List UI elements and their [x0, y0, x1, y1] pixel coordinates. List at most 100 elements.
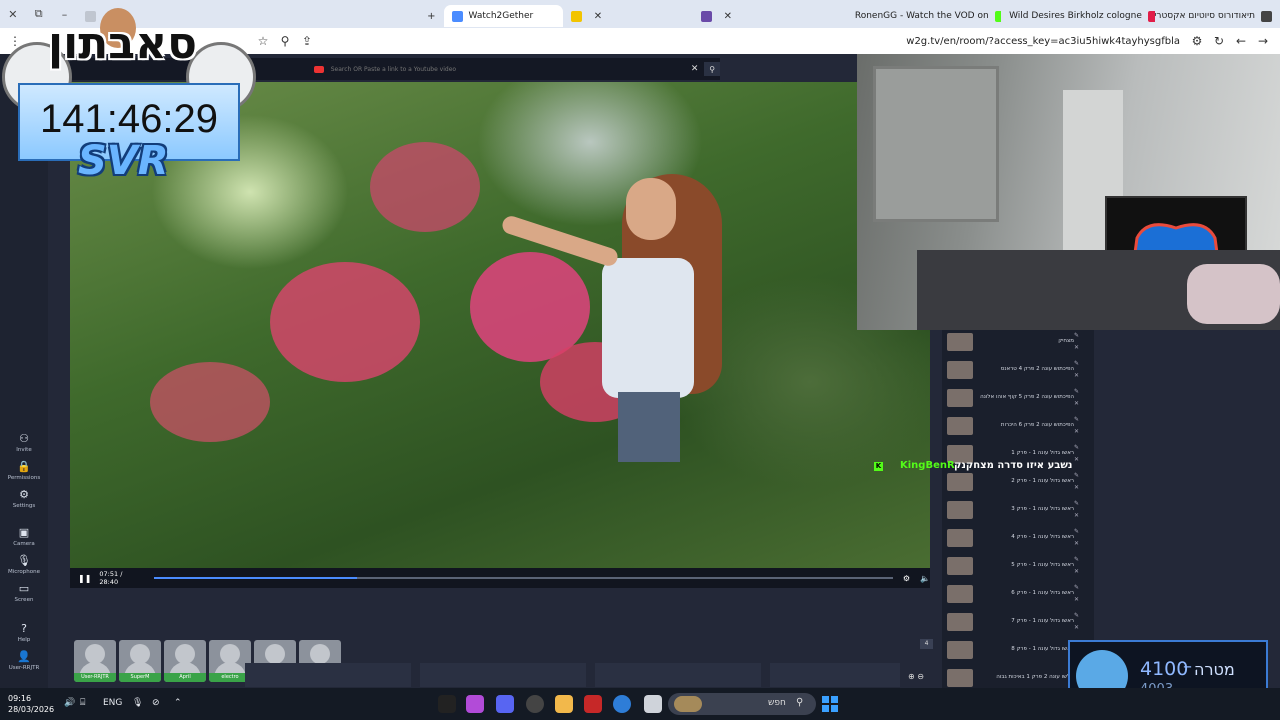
- tab-ronengg[interactable]: RonenGG - Watch the VOD on: [847, 5, 1002, 27]
- remove-icon[interactable]: ✕: [1074, 456, 1079, 463]
- search-button[interactable]: ⚲: [704, 62, 720, 76]
- playlist-item[interactable]: הפיכתוש עונה 2 פרק 4 טראנס ✎ ✕: [942, 358, 1090, 384]
- volume-icon[interactable]: 🔊: [64, 698, 75, 708]
- edit-icon[interactable]: ✎: [1074, 612, 1079, 619]
- url-field[interactable]: w2g.tv/en/room/?access_key=ac3iu5hiwk4ta…: [906, 36, 1180, 47]
- user-tile[interactable]: April: [164, 640, 206, 682]
- discord-icon[interactable]: [496, 695, 514, 713]
- remove-icon[interactable]: ✕: [1074, 568, 1079, 575]
- webcam-blanket: [1187, 264, 1280, 324]
- zoom-in-icon[interactable]: ⊕: [908, 672, 915, 681]
- tab-close-icon[interactable]: ✕: [724, 11, 732, 22]
- flowers: [270, 262, 420, 382]
- edit-icon[interactable]: ✎: [1074, 444, 1079, 451]
- nav-help[interactable]: ? Help: [0, 622, 48, 643]
- tab-add-icon[interactable]: +: [427, 11, 435, 22]
- nav-label: Settings: [12, 503, 36, 509]
- playlist-item[interactable]: הפיכתוש עונה 2 פרק 6 היכרות ✎ ✕: [942, 414, 1090, 440]
- user-tile[interactable]: User-RRJTR: [74, 640, 116, 682]
- avatar-icon: [220, 644, 240, 664]
- edit-icon[interactable]: ✎: [1074, 388, 1079, 395]
- tab-watch2gether[interactable]: Watch2Gether: [443, 5, 563, 27]
- nav-camera[interactable]: ▣ Camera: [0, 526, 48, 547]
- forward-icon[interactable]: →: [1252, 34, 1274, 48]
- edit-icon[interactable]: ✎: [1074, 472, 1079, 479]
- remove-icon[interactable]: ✕: [1074, 400, 1079, 407]
- flowers: [150, 362, 270, 442]
- edit-icon[interactable]: ✎: [1074, 416, 1079, 423]
- playlist-item[interactable]: ראשו גדול עונה 1 - פרק 4 ✎ ✕: [942, 526, 1090, 552]
- remove-icon[interactable]: ✕: [1074, 428, 1079, 435]
- remove-icon[interactable]: ✕: [1074, 484, 1079, 491]
- microphone-icon[interactable]: 🎙: [132, 698, 143, 708]
- user-tile[interactable]: SuperM: [119, 640, 161, 682]
- remove-icon[interactable]: ✕: [1074, 344, 1079, 351]
- flowers: [370, 142, 480, 232]
- goal-separator: –: [1183, 656, 1192, 677]
- remove-icon[interactable]: ✕: [1074, 540, 1079, 547]
- edit-icon[interactable]: ✎: [1074, 332, 1079, 339]
- taskbar-search[interactable]: חפש ⚲: [668, 693, 816, 715]
- edit-icon[interactable]: ✎: [1074, 360, 1079, 367]
- tab-close-icon[interactable]: ✕: [594, 11, 602, 22]
- back-icon[interactable]: ←: [1230, 34, 1252, 48]
- avatar-icon: [130, 644, 150, 664]
- windows-start-icon[interactable]: [822, 696, 838, 712]
- edit-icon[interactable]: ✎: [1074, 556, 1079, 563]
- nav-screen[interactable]: ▭ Screen: [0, 582, 48, 603]
- playlist-item[interactable]: ראשו גדול עונה 1 - פרק 6 ✎ ✕: [942, 582, 1090, 608]
- members-count-badge: 4: [920, 639, 933, 649]
- playlist-thumbnail: [947, 613, 973, 631]
- camera-icon: ▣: [18, 526, 30, 539]
- playlist-item[interactable]: ראשו גדול עונה 1 - פרק 7 ✎ ✕: [942, 610, 1090, 636]
- remove-icon[interactable]: ✕: [1074, 596, 1079, 603]
- folder-icon[interactable]: [555, 695, 573, 713]
- nav-label: Help: [17, 637, 31, 643]
- playlist-item[interactable]: הפיכתוש עונה 2 פרק 5 קוף אוהו אלונה ✎ ✕: [942, 386, 1090, 412]
- reload-icon[interactable]: ↻: [1208, 34, 1230, 48]
- chrome-icon[interactable]: [613, 695, 631, 713]
- zoom-out-icon[interactable]: ⊖: [917, 672, 924, 681]
- browser-tab[interactable]: תיאודורוס סיוטיום אקסטרייט: [1155, 5, 1280, 27]
- nav-permissions[interactable]: 🔒 Permissions: [0, 460, 48, 481]
- remove-icon[interactable]: ✕: [1074, 372, 1079, 379]
- remove-icon[interactable]: ✕: [1074, 624, 1079, 631]
- nav-microphone[interactable]: 🎙 Microphone: [0, 554, 48, 575]
- search-icon[interactable]: ⚲: [274, 34, 296, 48]
- nav-invite[interactable]: ⚇ Invite: [0, 432, 48, 453]
- edit-icon[interactable]: ✎: [1074, 584, 1079, 591]
- app-icon[interactable]: [644, 695, 662, 713]
- wifi-off-icon[interactable]: ⊘: [152, 698, 160, 708]
- browser-tab[interactable]: ✕: [693, 5, 847, 27]
- browser-tab[interactable]: ✕: [563, 5, 603, 27]
- nav-settings[interactable]: ⚙ Settings: [0, 488, 48, 509]
- gear-icon[interactable]: ⚙: [903, 574, 910, 583]
- playlist-item[interactable]: ראשו גדול עונה 1 - פרק 5 ✎ ✕: [942, 554, 1090, 580]
- volume-icon[interactable]: 🔈: [920, 574, 930, 583]
- nav-user-rrjtr[interactable]: 👤 User-RRJTR: [0, 650, 48, 671]
- room-tile: [245, 663, 411, 687]
- app-icon[interactable]: [438, 695, 456, 713]
- pause-icon[interactable]: ❚❚: [78, 574, 91, 583]
- chevron-up-icon[interactable]: ⌃: [174, 698, 182, 708]
- share-icon[interactable]: ⇪: [296, 34, 318, 48]
- taskbar-clock[interactable]: 09:16 28/03/2026: [8, 693, 54, 715]
- network-icon[interactable]: ⌸: [80, 698, 85, 708]
- instagram-icon[interactable]: [466, 695, 484, 713]
- tab-wild-desires[interactable]: Wild Desires Birkholz cologne ✕: [1001, 5, 1156, 27]
- remove-icon[interactable]: ✕: [1074, 512, 1079, 519]
- tab-favicon-icon: [1260, 10, 1272, 22]
- playlist-item[interactable]: ראשו גדול עונה 1 - פרק 3 ✎ ✕: [942, 498, 1090, 524]
- edit-icon[interactable]: ✎: [1074, 500, 1079, 507]
- playlist-title: ראשו גדול עונה 1 - פרק 6: [1011, 590, 1074, 596]
- app-icon[interactable]: [584, 695, 602, 713]
- site-settings-icon[interactable]: ⚙: [1186, 34, 1208, 48]
- language-indicator[interactable]: ENG: [103, 698, 122, 708]
- edit-icon[interactable]: ✎: [1074, 528, 1079, 535]
- seek-bar[interactable]: [154, 577, 893, 579]
- playlist-item[interactable]: מצחיק ✎ ✕: [942, 330, 1090, 356]
- media-player-icon[interactable]: [526, 695, 544, 713]
- clear-icon[interactable]: ✕: [691, 64, 699, 74]
- video-search-input[interactable]: [328, 64, 663, 74]
- user-name: User-RRJTR: [74, 673, 116, 682]
